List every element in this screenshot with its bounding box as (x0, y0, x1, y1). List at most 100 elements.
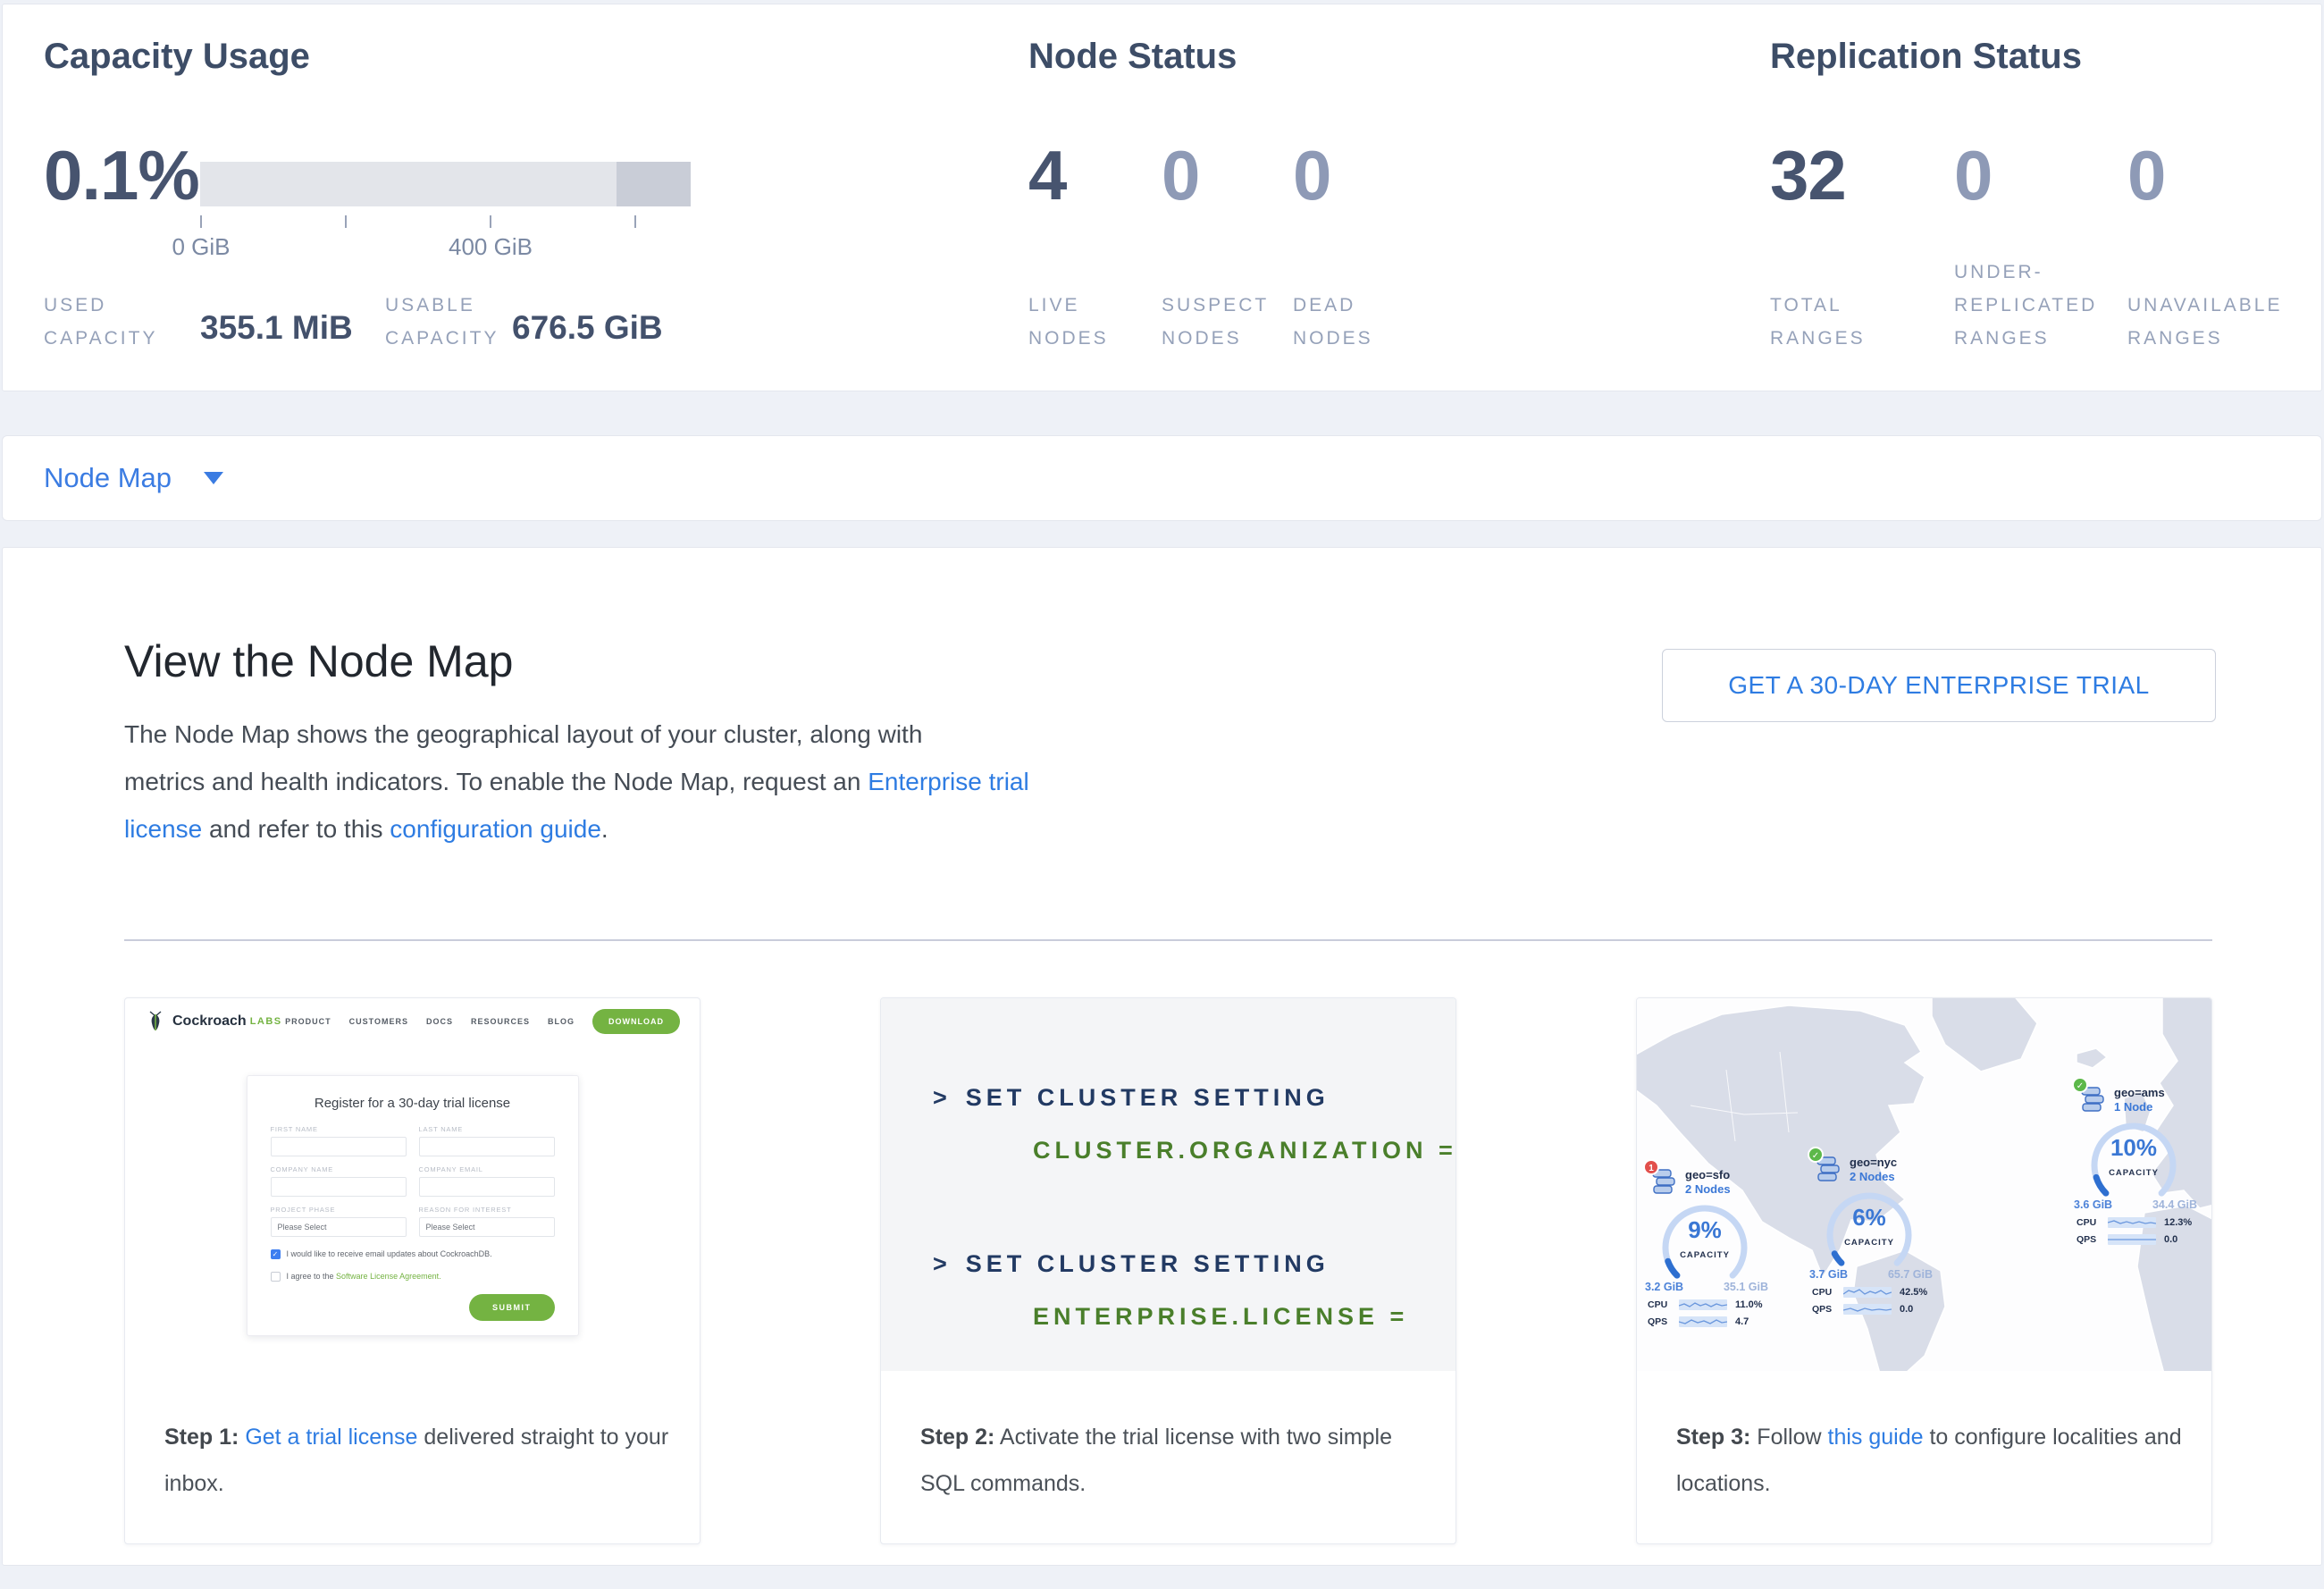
capacity-axis-tick (200, 215, 202, 228)
node-map-description: The Node Map shows the geographical layo… (124, 710, 1053, 853)
step1-card: Cockroach LABS PRODUCT CUSTOMERS DOCS RE… (124, 997, 701, 1544)
node-status-title: Node Status (1028, 37, 1237, 77)
trial-steps-cards: Cockroach LABS PRODUCT CUSTOMERS DOCS RE… (124, 997, 2212, 1544)
step3-card: 1 geo=sfo (1636, 997, 2212, 1544)
email-updates-checkbox: ✓ I would like to receive email updates … (271, 1248, 555, 1259)
sql-arg-1: CLUSTER.ORGANIZATION = (1033, 1137, 1456, 1164)
capacity-usage-bar-reserved-segment (617, 162, 691, 206)
nav-item-product: PRODUCT (285, 1017, 331, 1026)
locality-node-count: 2 Nodes (1850, 1170, 1897, 1184)
database-stack-icon: 1 (1651, 1168, 1678, 1197)
software-license-agreement-link: Software License Agreement. (336, 1272, 441, 1281)
this-guide-link[interactable]: this guide (1828, 1425, 1924, 1450)
capacity-percent-value: 0.1% (44, 135, 199, 216)
brand-name: Cockroach (172, 1013, 247, 1030)
nav-item-resources: RESOURCES (471, 1017, 530, 1026)
sql-command-2: >SET CLUSTER SETTING (933, 1250, 1456, 1278)
capacity-label: CAPACITY (1648, 1250, 1762, 1260)
checkbox-empty-icon (271, 1272, 281, 1282)
cockroach-labs-logo: Cockroach LABS (145, 1011, 282, 1032)
capacity-percent: 9% (1648, 1216, 1762, 1244)
capacity-axis-tick (490, 215, 491, 228)
replication-status-title: Replication Status (1770, 37, 2082, 77)
locality-node-count: 1 Node (2114, 1100, 2165, 1114)
qps-sparkline (1843, 1304, 1892, 1315)
description-text: The Node Map shows the geographical layo… (124, 720, 922, 748)
nav-item-customers: CUSTOMERS (349, 1017, 408, 1026)
qps-row: QPS 4.7 (1648, 1316, 1782, 1327)
get-trial-license-link[interactable]: Get a trial license (245, 1425, 417, 1450)
usable-capacity-label: USABLECAPACITY (385, 289, 499, 355)
used-capacity-value: 355.1 MiB (200, 309, 353, 347)
healthy-badge: ✓ (1808, 1147, 1824, 1163)
registration-screenshot: Cockroach LABS PRODUCT CUSTOMERS DOCS RE… (125, 998, 700, 1371)
node-map-preview: 1 geo=sfo (1637, 998, 2211, 1371)
sql-arg-2: ENTERPRISE.LICENSE = (1033, 1303, 1456, 1331)
get-enterprise-trial-button[interactable]: GET A 30-DAY ENTERPRISE TRIAL (1662, 649, 2216, 722)
unavailable-ranges-value: 0 (2127, 135, 2165, 216)
cpu-row: CPU 11.0% (1648, 1299, 1782, 1310)
unavailable-ranges-label: UNAVAILABLERANGES (2127, 289, 2282, 355)
qps-row: QPS 0.0 (1812, 1304, 1946, 1315)
live-nodes-label: LIVENODES (1028, 289, 1109, 355)
section-divider (124, 939, 2212, 941)
live-nodes-value: 4 (1028, 135, 1066, 216)
first-name-field: FIRST NAME (271, 1125, 407, 1156)
form-title: Register for a 30-day trial license (271, 1096, 555, 1111)
cockroach-icon (145, 1011, 166, 1032)
node-map-dropdown[interactable]: Node Map (2, 435, 2322, 521)
minisite-nav: PRODUCT CUSTOMERS DOCS RESOURCES BLOG (285, 1017, 575, 1026)
last-name-field: LAST NAME (419, 1125, 555, 1156)
description-text: metrics and health indicators. To enable… (124, 768, 868, 795)
capacity-axis-tick (634, 215, 636, 228)
used-capacity-label: USEDCAPACITY (44, 289, 157, 355)
locality-nyc: ✓ geo=nyc (1812, 1154, 1946, 1315)
usable-capacity-value: 676.5 GiB (512, 309, 663, 347)
suspect-nodes-value: 0 (1162, 135, 1199, 216)
dead-nodes-label: DEADNODES (1293, 289, 1373, 355)
step1-caption: Step 1: Get a trial license delivered st… (125, 1371, 700, 1507)
locality-node-count: 2 Nodes (1685, 1182, 1731, 1197)
capacity-axis-label-0: 0 GiB (130, 233, 273, 261)
company-name-field: COMPANY NAME (271, 1165, 407, 1197)
trial-registration-form: Register for a 30-day trial license FIRS… (247, 1075, 579, 1336)
brand-suffix: LABS (250, 1016, 282, 1027)
total-ranges-value: 32 (1770, 135, 1846, 216)
under-replicated-ranges-value: 0 (1954, 135, 1992, 216)
healthy-badge: ✓ (2072, 1077, 2088, 1093)
qps-row: QPS 0.0 (2076, 1234, 2211, 1245)
configuration-guide-link[interactable]: configuration guide (390, 815, 601, 843)
download-button: DOWNLOAD (592, 1009, 680, 1034)
capacity-axis-tick (345, 215, 347, 228)
sql-command-1: >SET CLUSTER SETTING (933, 1084, 1456, 1112)
capacity-label: CAPACITY (2076, 1168, 2191, 1178)
locality-name: geo=sfo (1685, 1168, 1731, 1182)
nav-item-blog: BLOG (548, 1017, 575, 1026)
step3-caption: Step 3: Follow this guide to configure l… (1637, 1371, 2211, 1507)
capacity-percent: 6% (1812, 1204, 1926, 1232)
capacity-gauge: 6% CAPACITY (1812, 1186, 1926, 1272)
checkbox-checked-icon: ✓ (271, 1249, 281, 1259)
minisite-header: Cockroach LABS PRODUCT CUSTOMERS DOCS RE… (125, 998, 700, 1045)
capacity-label: CAPACITY (1812, 1238, 1926, 1248)
cpu-row: CPU 42.5% (1812, 1287, 1946, 1298)
cpu-sparkline (2108, 1217, 2156, 1228)
cpu-row: CPU 12.3% (2076, 1217, 2211, 1228)
qps-sparkline (1679, 1316, 1727, 1327)
project-phase-select: PROJECT PHASEPlease Select (271, 1206, 407, 1237)
under-replicated-ranges-label: UNDER-REPLICATEDRANGES (1954, 256, 2097, 355)
capacity-gauge: 9% CAPACITY (1648, 1198, 1762, 1284)
cpu-sparkline (1679, 1299, 1727, 1310)
description-text: . (601, 815, 608, 843)
description-text: and refer to this (202, 815, 390, 843)
capacity-usage-title: Capacity Usage (44, 37, 310, 77)
nav-item-docs: DOCS (426, 1017, 453, 1026)
suspect-nodes-label: SUSPECTNODES (1162, 289, 1269, 355)
node-map-placeholder-panel: View the Node Map The Node Map shows the… (2, 547, 2322, 1566)
submit-button: SUBMIT (469, 1294, 555, 1321)
company-email-field: COMPANY EMAIL (419, 1165, 555, 1197)
capacity-gauge: 10% CAPACITY (2076, 1116, 2191, 1202)
step2-caption: Step 2: Activate the trial license with … (881, 1371, 1456, 1507)
locality-name: geo=nyc (1850, 1156, 1897, 1170)
step2-card: >SET CLUSTER SETTING CLUSTER.ORGANIZATIO… (880, 997, 1456, 1544)
